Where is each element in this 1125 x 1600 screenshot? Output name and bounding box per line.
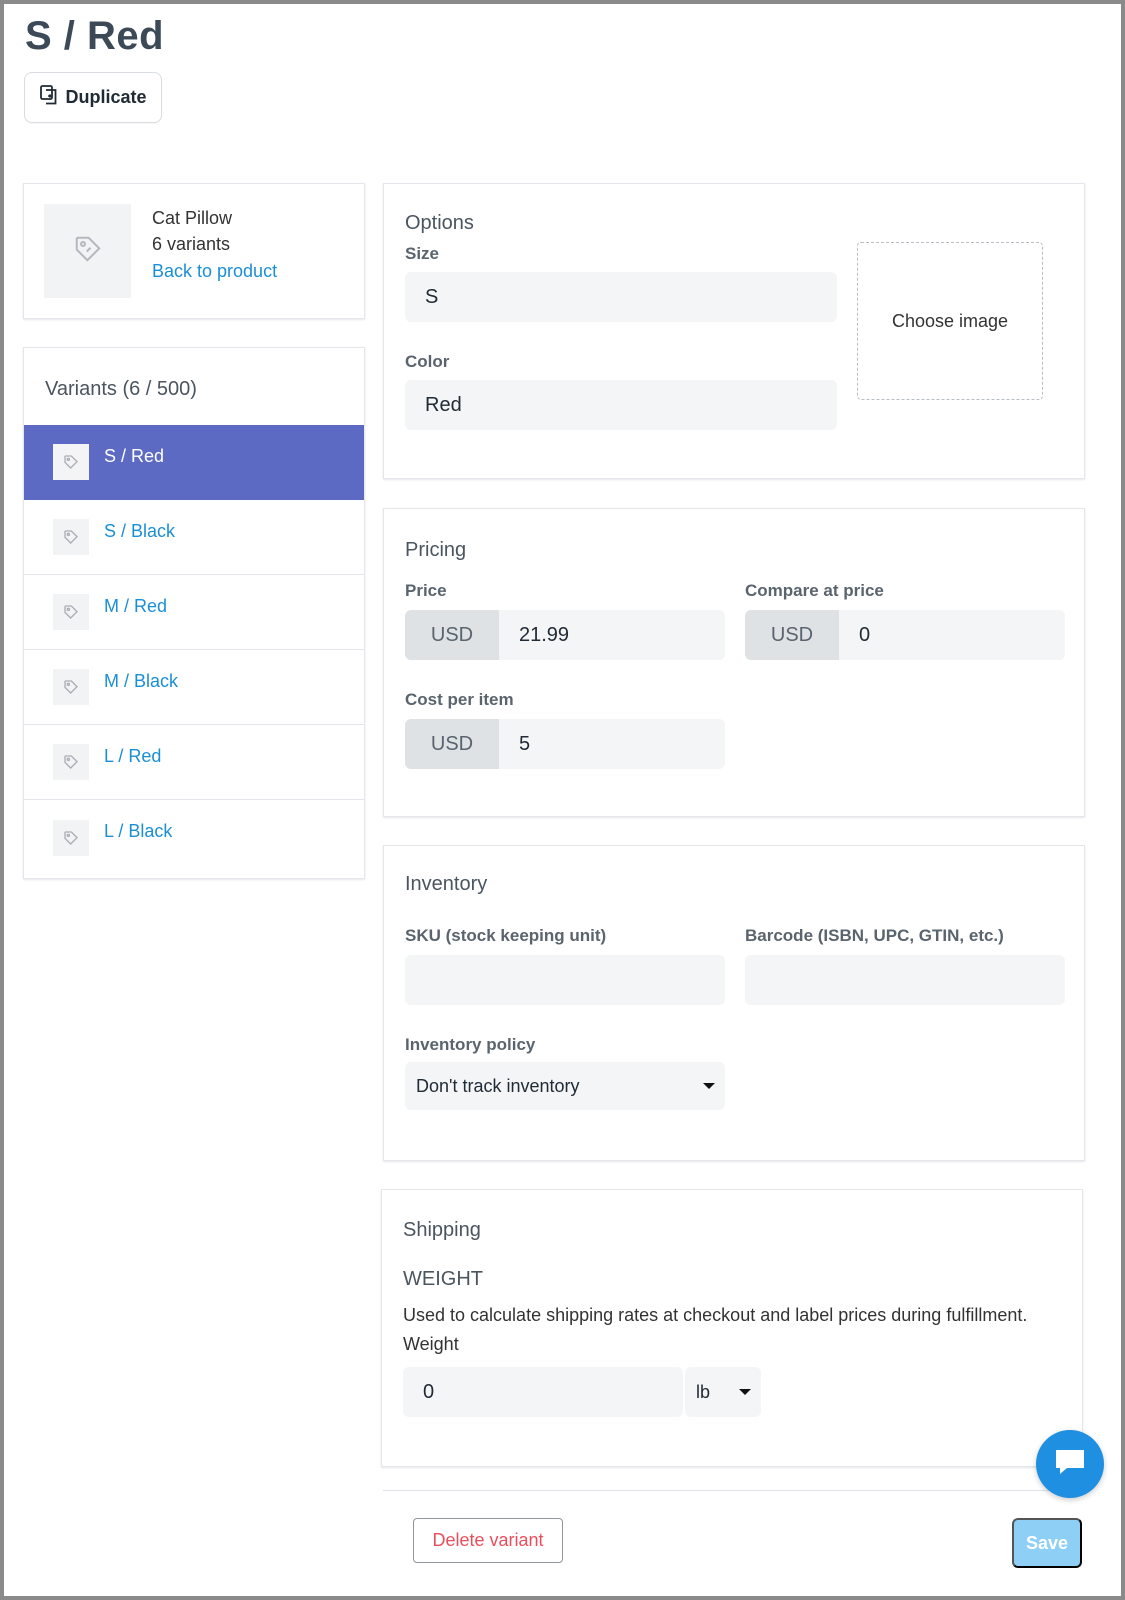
sku-label: SKU (stock keeping unit): [405, 926, 607, 945]
tag-icon: [53, 519, 89, 555]
duplicate-button[interactable]: Duplicate: [24, 72, 162, 123]
price-input[interactable]: 21.99: [499, 610, 569, 660]
product-thumbnail: [44, 204, 131, 298]
price-currency: USD: [405, 610, 499, 660]
variant-item-m-red[interactable]: M / Red: [24, 575, 364, 650]
shipping-card: Shipping WEIGHT Used to calculate shippi…: [381, 1189, 1083, 1467]
variants-title: Variants (6 / 500): [45, 378, 197, 400]
variant-label: S / Red: [104, 445, 165, 466]
shipping-title: Shipping: [403, 1219, 481, 1241]
weight-help-text: Used to calculate shipping rates at chec…: [403, 1305, 1028, 1325]
chevron-down-icon: [703, 1083, 715, 1089]
variant-label: S / Black: [104, 520, 176, 541]
inventory-policy-select[interactable]: Don't track inventory: [405, 1062, 725, 1110]
size-label: Size: [405, 244, 440, 263]
color-label: Color: [405, 352, 450, 371]
cost-currency: USD: [405, 719, 499, 769]
compare-at-price-input[interactable]: 0: [839, 610, 870, 660]
compare-currency: USD: [745, 610, 839, 660]
tag-icon: [53, 819, 89, 856]
cost-per-item-label: Cost per item: [405, 690, 514, 709]
variants-card: Variants (6 / 500) S / Red S / Black M /…: [23, 347, 365, 879]
chat-icon: [1053, 1447, 1087, 1482]
tag-icon: [53, 594, 89, 630]
inventory-policy-value: Don't track inventory: [416, 1075, 580, 1096]
page-title: S / Red: [25, 14, 165, 58]
color-input[interactable]: Red: [405, 380, 837, 430]
chat-button[interactable]: [1036, 1430, 1104, 1498]
tag-icon: [73, 234, 103, 269]
pricing-card: Pricing Price USD 21.99 Compare at price…: [383, 508, 1085, 817]
tag-icon: [53, 744, 89, 780]
barcode-label: Barcode (ISBN, UPC, GTIN, etc.): [745, 926, 1004, 945]
cost-per-item-field[interactable]: USD 5: [405, 719, 725, 769]
price-field[interactable]: USD 21.99: [405, 610, 725, 660]
inventory-card: Inventory SKU (stock keeping unit) Barco…: [383, 845, 1085, 1161]
variant-item-s-red[interactable]: S / Red: [24, 425, 364, 500]
product-name: Cat Pillow: [152, 208, 233, 228]
options-title: Options: [405, 212, 474, 234]
tag-icon: [53, 444, 89, 480]
inventory-title: Inventory: [405, 873, 488, 895]
weight-label: Weight: [403, 1334, 459, 1354]
variant-item-l-black[interactable]: L / Black: [24, 800, 364, 875]
sku-input[interactable]: [405, 955, 725, 1005]
pricing-title: Pricing: [405, 539, 467, 561]
variant-item-l-red[interactable]: L / Red: [24, 725, 364, 800]
inventory-policy-label: Inventory policy: [405, 1035, 536, 1054]
variant-item-m-black[interactable]: M / Black: [24, 650, 364, 725]
weight-unit-select[interactable]: lb: [685, 1367, 761, 1417]
back-to-product-link[interactable]: Back to product: [152, 261, 277, 282]
duplicate-icon: [39, 84, 59, 111]
weight-heading: WEIGHT: [403, 1268, 483, 1290]
variant-item-s-black[interactable]: S / Black: [24, 500, 364, 575]
size-input[interactable]: S: [405, 272, 837, 322]
options-card: Options Size S Color Red Choose image: [383, 183, 1085, 479]
product-variant-count: 6 variants: [152, 234, 231, 254]
variant-list: S / Red S / Black M / Red M / Black L / …: [24, 425, 364, 875]
variant-label: L / Black: [104, 821, 173, 841]
weight-unit-value: lb: [696, 1381, 711, 1402]
chevron-down-icon: [739, 1389, 751, 1395]
compare-at-price-label: Compare at price: [745, 581, 884, 600]
delete-variant-button[interactable]: Delete variant: [413, 1518, 563, 1563]
choose-image-dropzone[interactable]: Choose image: [857, 242, 1043, 400]
variant-label: L / Red: [104, 745, 162, 766]
weight-input[interactable]: 0: [403, 1367, 683, 1417]
footer-divider: [383, 1490, 1085, 1491]
compare-at-price-field[interactable]: USD 0: [745, 610, 1065, 660]
cost-per-item-input[interactable]: 5: [499, 719, 530, 769]
barcode-input[interactable]: [745, 955, 1065, 1005]
variant-label: M / Black: [104, 670, 179, 691]
save-button[interactable]: Save: [1012, 1518, 1082, 1568]
tag-icon: [53, 669, 89, 705]
product-card: Cat Pillow 6 variants Back to product: [23, 183, 365, 319]
variant-label: M / Red: [104, 595, 168, 616]
price-label: Price: [405, 581, 447, 600]
duplicate-label: Duplicate: [65, 87, 147, 107]
